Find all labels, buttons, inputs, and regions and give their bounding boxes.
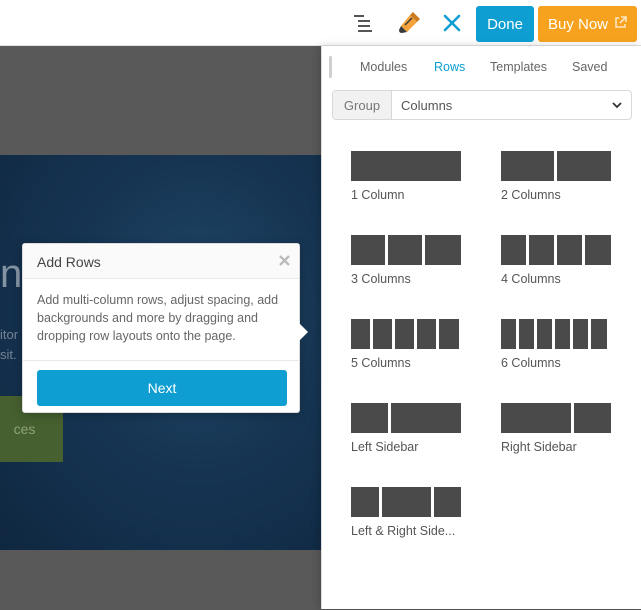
row-layout-1-column[interactable]: 1 Column	[351, 151, 463, 209]
layout-label: Left & Right Side...	[351, 524, 456, 538]
layout-label: Left Sidebar	[351, 440, 419, 454]
buy-now-label: Buy Now	[547, 15, 609, 33]
pen-icon[interactable]	[395, 9, 423, 37]
layout-preview	[351, 235, 461, 265]
hero-text-line: sit.	[0, 347, 17, 362]
row-layout-left-right-sidebar[interactable]: Left & Right Side...	[351, 487, 463, 545]
group-label: Group	[333, 91, 392, 119]
top-toolbar: Done Buy Now	[0, 0, 641, 46]
layout-preview	[351, 403, 461, 433]
panel-tabs: Modules Rows Templates Saved	[322, 60, 641, 78]
tooltip-title: Add Rows	[23, 244, 299, 279]
group-select[interactable]: Group Columns	[332, 90, 632, 120]
content-panel: Modules Rows Templates Saved Group Colum…	[321, 46, 641, 609]
tab-modules[interactable]: Modules	[360, 60, 407, 74]
group-value: Columns	[401, 97, 453, 113]
close-icon[interactable]	[438, 9, 466, 37]
chevron-down-icon	[603, 91, 631, 119]
buy-now-button[interactable]: Buy Now	[538, 6, 637, 42]
tooltip-body: Add multi-column rows, adjust spacing, a…	[37, 293, 279, 343]
done-button[interactable]: Done	[476, 6, 534, 42]
add-rows-tooltip: Add Rows Add multi-column rows, adjust s…	[22, 243, 308, 415]
hero-text-line: itor	[0, 327, 19, 342]
row-layout-2-columns[interactable]: 2 Columns	[501, 151, 613, 209]
hero-heading: n	[0, 252, 23, 296]
layout-preview	[501, 235, 611, 265]
layout-label: 2 Columns	[501, 188, 561, 202]
layout-label: 3 Columns	[351, 272, 411, 286]
row-layout-left-sidebar[interactable]: Left Sidebar	[351, 403, 463, 461]
layout-preview	[351, 487, 461, 517]
row-layout-5-columns[interactable]: 5 Columns	[351, 319, 463, 377]
layout-preview	[501, 403, 611, 433]
external-link-icon	[614, 15, 627, 33]
layout-preview	[351, 319, 461, 349]
next-button[interactable]: Next	[37, 370, 287, 406]
outline-list-icon[interactable]	[350, 9, 378, 37]
tab-rows[interactable]: Rows	[434, 60, 465, 74]
layout-label: 6 Columns	[501, 356, 561, 370]
tab-saved[interactable]: Saved	[572, 60, 607, 74]
row-layout-4-columns[interactable]: 4 Columns	[501, 235, 613, 293]
layout-preview	[501, 319, 611, 349]
tab-templates[interactable]: Templates	[490, 60, 547, 74]
row-layout-right-sidebar[interactable]: Right Sidebar	[501, 403, 613, 461]
row-layout-6-columns[interactable]: 6 Columns	[501, 319, 613, 377]
layout-preview	[351, 151, 461, 181]
layout-label: 4 Columns	[501, 272, 561, 286]
tooltip-close-icon[interactable]	[276, 252, 292, 268]
layout-label: Right Sidebar	[501, 440, 577, 454]
layout-label: 5 Columns	[351, 356, 411, 370]
layout-label: 1 Column	[351, 188, 405, 202]
tooltip-footer: Next	[23, 360, 299, 415]
layout-preview	[501, 151, 611, 181]
row-layout-3-columns[interactable]: 3 Columns	[351, 235, 463, 293]
